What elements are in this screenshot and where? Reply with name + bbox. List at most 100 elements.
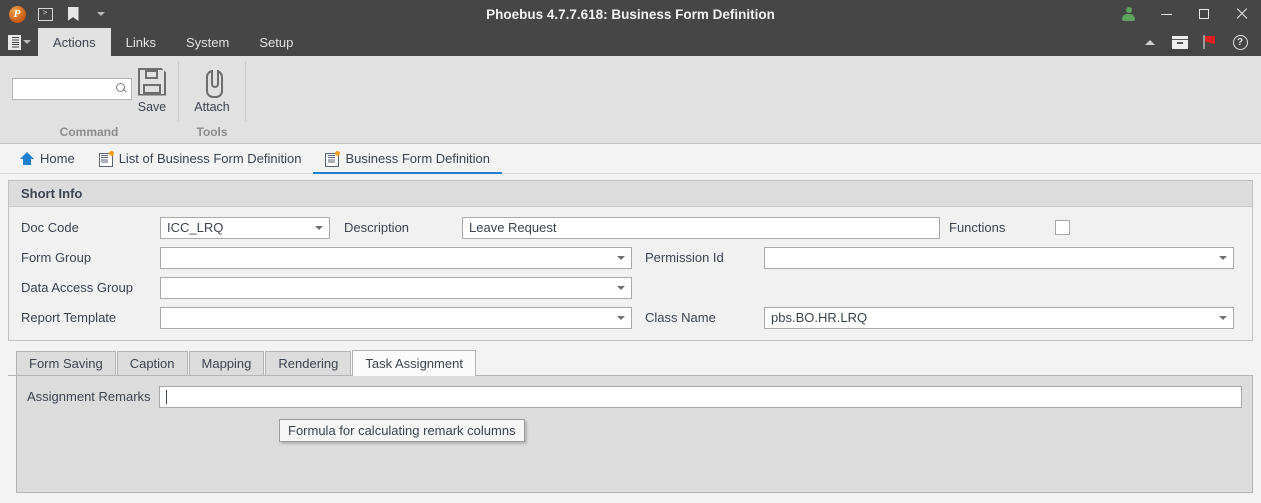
permission-id-label: Permission Id: [645, 250, 724, 265]
row-doc-code: Doc Code ICC_LRQ Description Leave Reque…: [21, 215, 1240, 240]
class-name-value: pbs.BO.HR.LRQ: [771, 310, 868, 325]
application-menu-button[interactable]: [0, 28, 38, 56]
user-account-icon: [1121, 7, 1135, 21]
ribbon-group-tools: Attach Tools: [179, 56, 245, 143]
archive-box-icon: [1172, 35, 1188, 49]
app-logo[interactable]: P: [4, 2, 30, 26]
minimize-button[interactable]: [1147, 0, 1185, 28]
row-report-template: Report Template Class Name pbs.BO.HR.LRQ: [21, 305, 1240, 330]
breadcrumb-item-home[interactable]: Home: [8, 144, 87, 173]
row-assignment-remarks: Assignment Remarks: [27, 384, 1242, 409]
ribbon-tab-links[interactable]: Links: [111, 28, 171, 56]
close-icon: [1236, 8, 1248, 20]
row-data-access-group: Data Access Group: [21, 275, 1240, 300]
form-group-select[interactable]: [160, 246, 632, 269]
chevron-down-icon: [97, 12, 105, 16]
save-floppy-icon: [138, 67, 166, 96]
class-name-label: Class Name: [645, 310, 716, 325]
ribbon-bar-actions: ?: [1135, 28, 1261, 56]
ribbon: Save Command Attach Tools: [0, 56, 1261, 144]
ribbon-tab-system[interactable]: System: [171, 28, 244, 56]
ribbon-group-tools-label: Tools: [196, 125, 228, 139]
help-button[interactable]: ?: [1225, 28, 1255, 56]
console-button[interactable]: >: [32, 2, 58, 26]
window-controls: [1109, 0, 1261, 28]
tab-form-saving[interactable]: Form Saving: [16, 351, 116, 375]
chevron-down-icon: [617, 285, 625, 290]
functions-label: Functions: [949, 220, 1006, 235]
detail-tab-bar: Form Saving Caption Mapping Rendering Ta…: [8, 349, 1253, 376]
short-info-panel: Short Info Doc Code ICC_LRQ Description …: [8, 180, 1253, 341]
chevron-down-icon: [617, 255, 625, 260]
flag-button[interactable]: [1195, 28, 1225, 56]
ribbon-tab-label: System: [186, 34, 230, 50]
tab-rendering[interactable]: Rendering: [265, 351, 352, 375]
tab-mapping[interactable]: Mapping: [188, 351, 265, 375]
description-label: Description: [344, 220, 410, 235]
breadcrumb-item-list-of-business-form-definition[interactable]: List of Business Form Definition: [87, 144, 314, 173]
ribbon-tab-label: Links: [125, 34, 156, 50]
chevron-down-icon: [22, 40, 31, 44]
ribbon-tab-bar: Actions Links System Setup ?: [0, 28, 1261, 56]
command-search-box[interactable]: [12, 77, 132, 100]
maximize-icon: [1199, 9, 1209, 19]
ribbon-group-command-body: Save: [0, 56, 178, 121]
chevron-down-icon: [1219, 315, 1227, 320]
close-button[interactable]: [1223, 0, 1261, 28]
tab-label: Form Saving: [29, 356, 103, 371]
form-group-label: Form Group: [21, 250, 92, 265]
tab-task-assignment[interactable]: Task Assignment: [352, 350, 476, 376]
doc-code-select[interactable]: ICC_LRQ: [160, 216, 330, 239]
ribbon-tab-label: Setup: [259, 34, 294, 50]
quick-access-more-button[interactable]: [88, 2, 114, 26]
tab-label: Mapping: [201, 356, 252, 371]
tab-label: Rendering: [278, 356, 339, 371]
attach-button[interactable]: Attach: [185, 64, 239, 114]
red-flag-icon: [1203, 35, 1217, 49]
maximize-button[interactable]: [1185, 0, 1223, 28]
tab-caption[interactable]: Caption: [116, 351, 188, 375]
chevron-down-icon: [1219, 255, 1227, 260]
doc-code-value: ICC_LRQ: [167, 220, 224, 235]
collapse-ribbon-icon: [1145, 39, 1155, 45]
form-document-icon: [98, 150, 114, 167]
assignment-remarks-input[interactable]: [158, 385, 1242, 408]
short-info-header: Short Info: [9, 181, 1252, 207]
breadcrumb-item-business-form-definition[interactable]: Business Form Definition: [313, 144, 502, 174]
class-name-select[interactable]: pbs.BO.HR.LRQ: [764, 306, 1234, 329]
attach-button-label: Attach: [194, 99, 230, 114]
search-input[interactable]: [17, 80, 116, 97]
user-account-button[interactable]: [1109, 0, 1147, 28]
save-button-label: Save: [137, 99, 167, 114]
paperclip-icon: [199, 68, 225, 98]
data-access-group-select[interactable]: [160, 276, 632, 299]
ribbon-group-command-label: Command: [59, 125, 119, 139]
data-access-group-label: Data Access Group: [21, 280, 133, 295]
description-value: Leave Request: [469, 220, 557, 235]
report-template-select[interactable]: [160, 306, 632, 329]
collapse-ribbon-button[interactable]: [1135, 28, 1165, 56]
ribbon-tab-setup[interactable]: Setup: [244, 28, 308, 56]
description-input[interactable]: Leave Request: [462, 216, 940, 239]
short-info-body: Doc Code ICC_LRQ Description Leave Reque…: [9, 207, 1252, 340]
form-document-icon: [325, 150, 341, 167]
breadcrumb-label: List of Business Form Definition: [118, 151, 302, 166]
breadcrumb-label: Business Form Definition: [345, 151, 490, 166]
minimize-icon: [1160, 13, 1172, 15]
ribbon-tab-actions[interactable]: Actions: [38, 28, 111, 56]
functions-checkbox[interactable]: [1055, 220, 1070, 235]
assignment-remarks-label: Assignment Remarks: [27, 389, 151, 404]
report-template-label: Report Template: [21, 310, 117, 325]
save-button[interactable]: Save: [132, 64, 172, 114]
bookmark-button[interactable]: [60, 2, 86, 26]
ribbon-group-tools-body: Attach: [179, 56, 245, 121]
ribbon-empty-area: [246, 56, 1261, 143]
archive-button[interactable]: [1165, 28, 1195, 56]
permission-id-select[interactable]: [764, 246, 1234, 269]
phoebus-logo-icon: P: [8, 5, 26, 23]
main-content: Short Info Doc Code ICC_LRQ Description …: [0, 174, 1261, 493]
breadcrumb: Home List of Business Form Definition Bu…: [0, 144, 1261, 174]
search-icon: [116, 83, 127, 94]
home-icon: [20, 152, 34, 165]
doc-code-label: Doc Code: [21, 220, 79, 235]
